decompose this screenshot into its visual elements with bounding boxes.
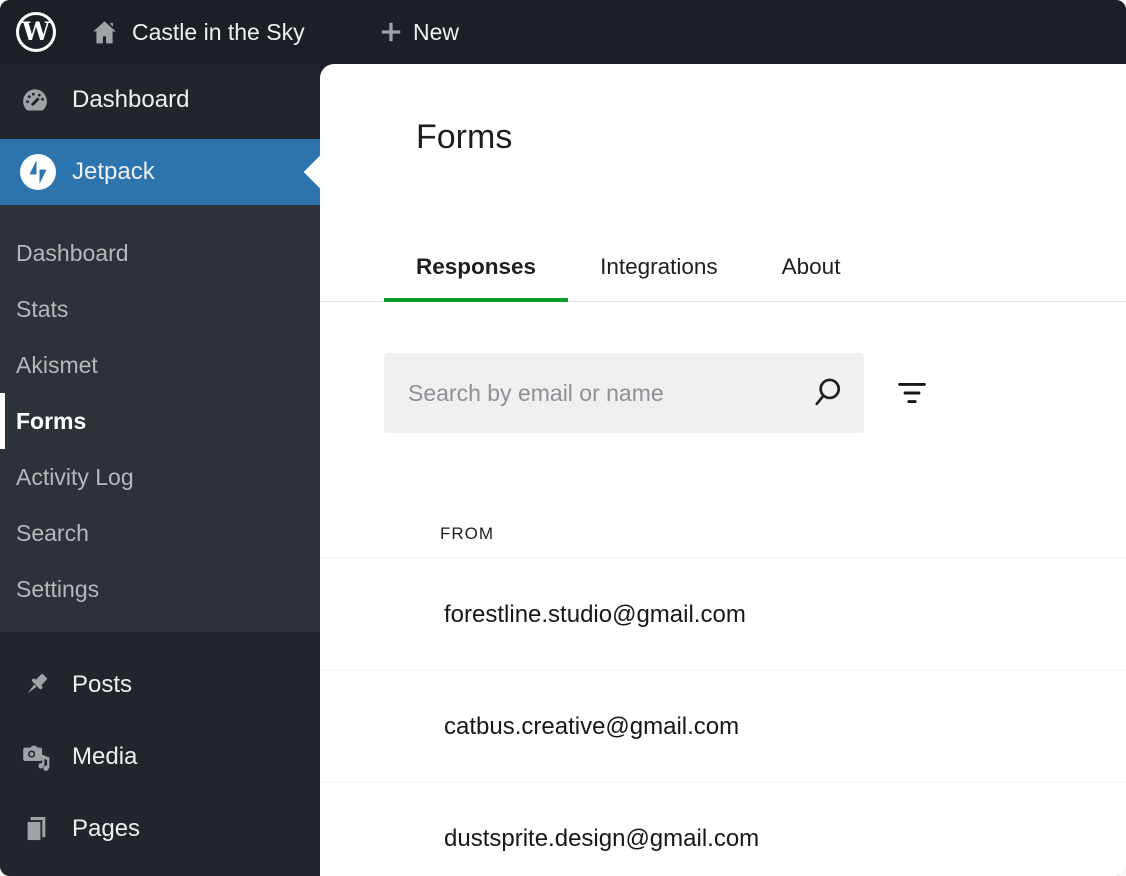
sidebar-item-pages[interactable]: Pages [0, 793, 320, 865]
filter-button[interactable] [888, 370, 936, 418]
tab-integrations[interactable]: Integrations [568, 236, 750, 302]
table-row[interactable]: dustsprite.design@gmail.com [320, 783, 1126, 876]
search-box [384, 353, 864, 433]
plus-icon [378, 19, 404, 45]
sidebar-item-posts[interactable]: Posts [0, 649, 320, 721]
site-home-link[interactable]: Castle in the Sky [90, 0, 305, 64]
table-row[interactable]: forestline.studio@gmail.com [320, 559, 1126, 671]
new-label: New [413, 19, 459, 46]
sidebar-item-label: Pages [72, 815, 140, 843]
page-title: Forms [416, 118, 512, 157]
responses-table-body: forestline.studio@gmail.com catbus.creat… [320, 559, 1126, 876]
gauge-icon [20, 85, 50, 115]
jetpack-submenu: Dashboard Stats Akismet Forms Activity L… [0, 205, 320, 632]
media-icon [20, 741, 52, 773]
pages-icon [20, 813, 52, 845]
jetpack-icon [20, 154, 56, 190]
filter-icon [897, 378, 927, 411]
wordpress-admin-screen: W Castle in the Sky New [0, 0, 1126, 876]
submenu-item-dashboard[interactable]: Dashboard [0, 225, 320, 281]
search-icon[interactable] [808, 374, 846, 412]
site-name: Castle in the Sky [132, 19, 305, 46]
submenu-item-akismet[interactable]: Akismet [0, 337, 320, 393]
column-header-from: FROM [440, 524, 494, 544]
sidebar-item-label: Posts [72, 671, 132, 699]
sidebar-item-dashboard[interactable]: Dashboard [0, 72, 320, 128]
wordpress-logo-icon: W [16, 12, 56, 52]
table-row[interactable]: catbus.creative@gmail.com [320, 671, 1126, 783]
admin-sidebar: Dashboard Jetpack Dashboard Stats Akisme… [0, 64, 320, 876]
wordpress-menu-button[interactable]: W [16, 12, 56, 52]
forms-tabs: Responses Integrations About [320, 236, 1126, 302]
response-from-email: catbus.creative@gmail.com [444, 713, 739, 741]
sidebar-item-media[interactable]: Media [0, 721, 320, 793]
sidebar-item-jetpack-active[interactable]: Jetpack [0, 139, 320, 205]
main-menu-lower: Posts Media [0, 649, 320, 865]
forms-content-panel: Forms Responses Integrations About [320, 64, 1126, 876]
submenu-item-settings[interactable]: Settings [0, 561, 320, 617]
tab-responses[interactable]: Responses [384, 236, 568, 302]
sidebar-item-label: Dashboard [72, 86, 189, 114]
home-icon [90, 18, 119, 47]
responses-table-header: FROM [320, 494, 1126, 558]
admin-bar: W Castle in the Sky New [0, 0, 1126, 64]
tab-about[interactable]: About [750, 236, 873, 302]
submenu-item-search[interactable]: Search [0, 505, 320, 561]
sidebar-item-label: Jetpack [72, 158, 155, 186]
submenu-item-forms-active[interactable]: Forms [0, 393, 320, 449]
submenu-item-activity-log[interactable]: Activity Log [0, 449, 320, 505]
submenu-item-stats[interactable]: Stats [0, 281, 320, 337]
response-from-email: dustsprite.design@gmail.com [444, 825, 759, 853]
new-content-button[interactable]: New [378, 0, 459, 64]
sidebar-item-label: Media [72, 743, 137, 771]
search-input[interactable] [384, 353, 864, 433]
pushpin-icon [20, 669, 52, 701]
response-from-email: forestline.studio@gmail.com [444, 601, 746, 629]
